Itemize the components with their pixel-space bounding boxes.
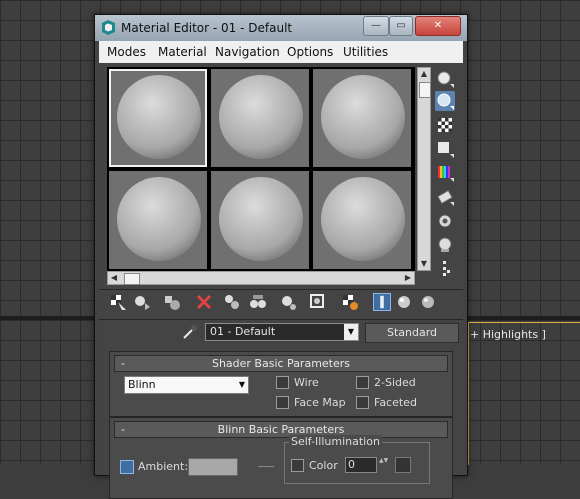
select-by-material-icon[interactable] <box>435 235 455 255</box>
put-to-scene-icon[interactable] <box>133 293 151 311</box>
reset-map-icon[interactable] <box>195 293 213 311</box>
connector-line <box>258 466 274 467</box>
rollout-title: Shader Basic Parameters <box>211 357 351 370</box>
sample-slots <box>107 67 415 271</box>
eyedropper-icon[interactable] <box>181 323 199 341</box>
self-illum-map-button[interactable] <box>395 457 411 473</box>
self-illum-color-checkbox[interactable] <box>291 459 304 472</box>
sample-sphere <box>321 177 405 261</box>
faceted-checkbox[interactable] <box>356 396 369 409</box>
face-map-checkbox[interactable] <box>276 396 289 409</box>
rollout-header[interactable]: - Blinn Basic Parameters <box>114 421 448 438</box>
editor-content: ▲ ▼ ◀ ▶ 01 - Default ▼ Standard - Shader… <box>99 63 463 499</box>
material-editor-window: Material Editor - 01 - Default — ▭ ✕ Mod… <box>94 14 468 499</box>
sample-slot[interactable] <box>109 171 207 269</box>
collapse-icon: - <box>121 357 125 370</box>
backlight-icon[interactable] <box>435 91 455 111</box>
collapse-icon: - <box>121 423 125 436</box>
menu-options[interactable]: Options <box>287 45 333 59</box>
two-sided-checkbox[interactable] <box>356 376 369 389</box>
menu-material[interactable]: Material <box>158 45 207 59</box>
material-map-navigator-icon[interactable] <box>435 259 455 279</box>
menu-utilities[interactable]: Utilities <box>343 45 388 59</box>
horizontal-scroll-thumb[interactable] <box>124 273 140 285</box>
sample-sphere <box>219 177 303 261</box>
minimize-button[interactable]: — <box>363 16 389 36</box>
viewport-label[interactable]: + Highlights ] <box>470 328 546 341</box>
put-to-library-icon[interactable] <box>249 293 267 311</box>
separator <box>99 319 463 320</box>
menu-bar: Modes Material Navigation Options Utilit… <box>99 41 463 64</box>
title-bar[interactable]: Material Editor - 01 - Default — ▭ ✕ <box>95 15 467 41</box>
sample-slot[interactable] <box>109 69 207 167</box>
get-material-icon[interactable] <box>109 293 127 311</box>
material-name-row: 01 - Default ▼ Standard <box>99 321 463 343</box>
chevron-down-icon[interactable]: ▼ <box>344 324 358 340</box>
self-illumination-group: Self-Illumination Color 0 ▲▼ <box>284 435 430 484</box>
go-forward-to-sibling-icon[interactable] <box>395 293 413 311</box>
assign-to-selection-icon[interactable] <box>163 293 181 311</box>
separator <box>99 289 463 290</box>
menu-modes[interactable]: Modes <box>107 45 146 59</box>
shader-basic-parameters-rollout: - Shader Basic Parameters Blinn ▼ Wire 2… <box>109 351 453 417</box>
show-shaded-in-viewport-icon[interactable] <box>309 293 327 311</box>
sample-sphere <box>219 75 303 159</box>
scroll-down-arrow-icon[interactable]: ▼ <box>418 258 430 270</box>
video-color-check-icon[interactable] <box>435 163 455 183</box>
sample-sphere <box>321 75 405 159</box>
two-sided-label: 2-Sided <box>374 376 416 389</box>
slots-horizontal-scrollbar[interactable]: ◀ ▶ <box>107 271 415 285</box>
make-unique-icon[interactable] <box>223 293 241 311</box>
active-viewport-frame <box>468 322 580 465</box>
sample-slot[interactable] <box>211 69 309 167</box>
scroll-up-arrow-icon[interactable]: ▲ <box>418 68 430 80</box>
chevron-down-icon: ▼ <box>238 380 245 389</box>
go-to-parent-icon[interactable] <box>373 293 391 311</box>
sample-slot[interactable] <box>313 69 411 167</box>
sample-type-icon[interactable] <box>435 69 455 89</box>
window-title: Material Editor - 01 - Default <box>121 21 293 35</box>
lock-ambient-diffuse-icon[interactable] <box>120 460 134 474</box>
scroll-left-arrow-icon[interactable]: ◀ <box>108 272 120 284</box>
self-illum-value-field[interactable]: 0 <box>345 457 377 473</box>
faceted-label: Faceted <box>374 396 417 409</box>
sample-sphere <box>117 75 201 159</box>
show-end-result-icon[interactable] <box>341 293 359 311</box>
sample-slot[interactable] <box>211 171 309 269</box>
pick-material-icon[interactable] <box>419 293 437 311</box>
ambient-label: Ambient: <box>138 460 189 473</box>
self-illumination-title: Self-Illumination <box>289 435 382 448</box>
material-toolbar <box>109 293 453 315</box>
color-label: Color <box>309 459 338 472</box>
shader-type-dropdown[interactable]: Blinn ▼ <box>124 376 249 394</box>
material-name-field[interactable]: 01 - Default ▼ <box>205 323 359 341</box>
spinner-icon[interactable]: ▲▼ <box>379 457 388 471</box>
sample-sphere <box>117 177 201 261</box>
maximize-button[interactable]: ▭ <box>389 16 413 36</box>
vertical-scroll-thumb[interactable] <box>419 82 431 98</box>
3dsmax-app-icon <box>102 20 115 35</box>
rollout-header[interactable]: - Shader Basic Parameters <box>114 355 448 372</box>
background-checker-icon[interactable] <box>435 115 455 135</box>
blinn-basic-parameters-rollout: - Blinn Basic Parameters Ambient: Self-I… <box>109 417 453 499</box>
face-map-label: Face Map <box>294 396 346 409</box>
wire-label: Wire <box>294 376 319 389</box>
make-preview-icon[interactable] <box>435 187 455 207</box>
material-id-channel-icon[interactable] <box>279 293 297 311</box>
shader-type-value: Blinn <box>128 378 156 391</box>
wire-checkbox[interactable] <box>276 376 289 389</box>
scroll-right-arrow-icon[interactable]: ▶ <box>402 272 414 284</box>
options-icon[interactable] <box>435 211 455 231</box>
material-name-value: 01 - Default <box>210 325 276 338</box>
close-button[interactable]: ✕ <box>415 16 461 36</box>
slots-vertical-scrollbar[interactable]: ▲ ▼ <box>417 67 431 271</box>
material-type-button[interactable]: Standard <box>365 323 459 343</box>
ambient-color-swatch[interactable] <box>188 458 238 476</box>
sample-slot[interactable] <box>313 171 411 269</box>
menu-navigation[interactable]: Navigation <box>215 45 280 59</box>
sample-uv-tiling-icon[interactable] <box>435 139 455 159</box>
